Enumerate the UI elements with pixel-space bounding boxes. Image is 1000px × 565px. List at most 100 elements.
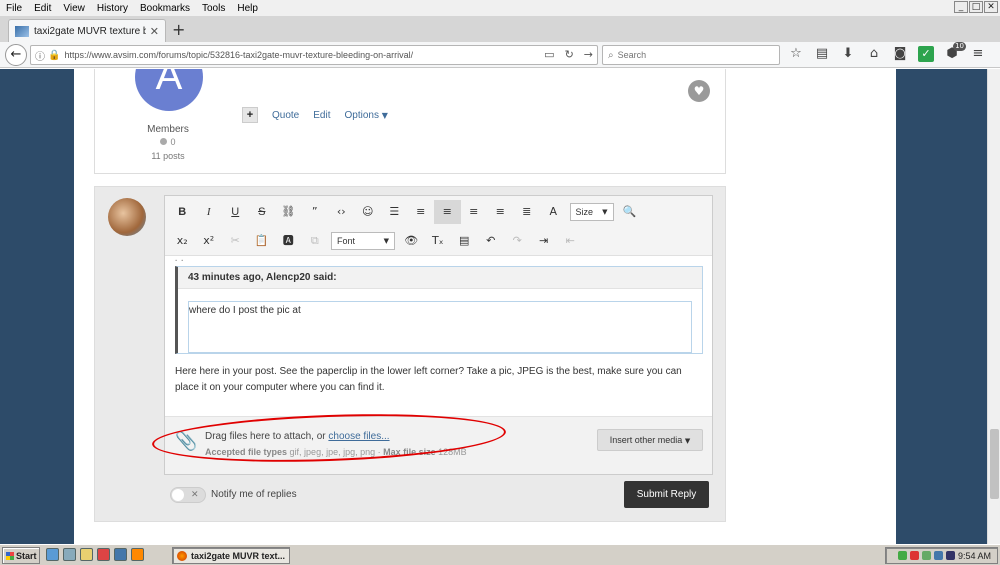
url-bar[interactable]: ⓘ 🔒 https://www.avsim.com/forums/topic/5… — [30, 45, 598, 65]
maximize-button[interactable]: □ — [969, 1, 983, 13]
justify-icon[interactable]: ≣ — [514, 200, 541, 224]
font-select[interactable]: Font ▼ — [331, 232, 395, 250]
quote-link[interactable]: Quote — [272, 110, 299, 121]
scrollbar-thumb[interactable] — [990, 429, 999, 499]
max-size-value: 128MB — [438, 447, 467, 457]
quote-body[interactable]: where do I post the pic at — [188, 301, 692, 353]
link-icon[interactable]: ⛓ — [275, 200, 302, 224]
tray-icon[interactable] — [945, 551, 955, 560]
italic-button[interactable]: I — [196, 200, 223, 224]
pocket-icon[interactable]: ◙ — [892, 46, 908, 62]
post-count: 11 posts — [151, 151, 185, 161]
forward-dropdown-icon[interactable]: → — [584, 48, 593, 61]
page-break-icon[interactable]: ▤ — [451, 229, 478, 253]
start-button[interactable]: Start — [2, 547, 40, 564]
windows-logo-icon — [6, 551, 14, 560]
align-right-icon[interactable]: ≡ — [487, 200, 514, 224]
reading-list-icon[interactable]: ▤ — [814, 46, 830, 62]
addon-badge-icon[interactable]: ⬢ 10 — [944, 42, 966, 62]
quicklaunch-icon[interactable] — [97, 548, 110, 561]
user-avatar[interactable] — [108, 198, 146, 236]
tray-icon[interactable] — [921, 551, 931, 560]
preview-icon[interactable]: 🔍 — [617, 200, 644, 224]
underline-button[interactable]: U — [222, 200, 249, 224]
eye-icon[interactable]: 👁 — [398, 229, 425, 253]
redo-icon[interactable]: ↷ — [504, 229, 531, 253]
menu-edit[interactable]: Edit — [28, 3, 57, 14]
back-button[interactable]: ← — [5, 44, 27, 66]
hamburger-menu-icon[interactable]: ≡ — [970, 46, 986, 62]
minimize-button[interactable]: _ — [954, 1, 968, 13]
accepted-file-info: Accepted file types gif, jpeg, jpe, jpg,… — [205, 447, 467, 457]
align-center-icon[interactable]: ≡ — [461, 200, 488, 224]
tab-active[interactable]: taxi2gate MUVR texture blee... ✕ — [8, 19, 166, 42]
check-extension-icon[interactable]: ✓ — [918, 46, 934, 62]
paste-text-icon[interactable]: 🅰 — [275, 229, 302, 253]
editor-toolbar: B I U S ⛓ ” ‹› ☺ ☰ ≡ ≡ ≡ ≡ ≣ A Size ▼ 🔍 … — [165, 196, 712, 256]
edit-link[interactable]: Edit — [313, 110, 330, 121]
reply-text[interactable]: Here here in your post. See the papercli… — [175, 364, 705, 396]
code-icon[interactable]: ‹› — [328, 200, 355, 224]
search-field[interactable]: ⌕ — [602, 45, 780, 65]
options-label: Options — [344, 109, 379, 121]
quicklaunch-icon[interactable] — [131, 548, 144, 561]
multiquote-plus-button[interactable]: + — [242, 107, 258, 123]
page-scrollbar[interactable] — [987, 69, 1000, 544]
tray-icon[interactable] — [933, 551, 943, 560]
info-icon[interactable]: ⓘ — [35, 48, 45, 63]
menu-file[interactable]: File — [0, 3, 28, 14]
quicklaunch-icon[interactable] — [114, 548, 127, 561]
superscript-icon[interactable]: x² — [196, 229, 223, 253]
menu-help[interactable]: Help — [231, 3, 264, 14]
ltr-direction-icon[interactable]: ⇥ — [531, 229, 558, 253]
quicklaunch-icon[interactable] — [46, 548, 59, 561]
size-select[interactable]: Size ▼ — [569, 203, 614, 221]
submit-reply-button[interactable]: Submit Reply — [624, 481, 709, 508]
avatar[interactable]: A — [135, 69, 203, 111]
tab-close-icon[interactable]: ✕ — [150, 25, 159, 38]
emoji-icon[interactable]: ☺ — [355, 200, 382, 224]
quicklaunch-icon[interactable] — [80, 548, 93, 561]
bulleted-list-icon[interactable]: ☰ — [381, 200, 408, 224]
strikethrough-button[interactable]: S — [249, 200, 276, 224]
close-window-button[interactable]: ✕ — [984, 1, 998, 13]
paste-word-icon[interactable]: ⧉ — [302, 229, 329, 253]
bold-button[interactable]: B — [169, 200, 196, 224]
reload-icon[interactable]: ↻ — [565, 48, 574, 61]
clear-format-icon[interactable]: Tₓ — [425, 229, 452, 253]
new-tab-button[interactable]: + — [172, 20, 185, 39]
quicklaunch-icon[interactable] — [63, 548, 76, 561]
tab-bar: taxi2gate MUVR texture blee... ✕ + — [0, 16, 1000, 42]
quote-header: 43 minutes ago, Alencp20 said: — [178, 267, 702, 289]
url-text[interactable]: https://www.avsim.com/forums/topic/53281… — [64, 50, 413, 60]
bookmark-star-icon[interactable]: ☆ — [788, 46, 804, 62]
undo-icon[interactable]: ↶ — [478, 229, 505, 253]
choose-files-link[interactable]: choose files... — [328, 431, 389, 442]
tray-icon[interactable] — [909, 551, 919, 560]
insert-other-media-button[interactable]: Insert other media ▼ — [597, 429, 703, 451]
menu-tools[interactable]: Tools — [196, 3, 231, 14]
search-input[interactable] — [617, 50, 758, 60]
subscript-icon[interactable]: x₂ — [169, 229, 196, 253]
quote-icon[interactable]: ” — [302, 200, 329, 224]
numbered-list-icon[interactable]: ≡ — [408, 200, 435, 224]
tray-icon[interactable] — [897, 551, 907, 560]
paste-icon[interactable]: 📋 — [249, 229, 276, 253]
heart-icon[interactable]: ♥ — [688, 80, 710, 102]
menu-history[interactable]: History — [91, 3, 134, 14]
menu-bookmarks[interactable]: Bookmarks — [134, 3, 196, 14]
editor-body[interactable]: ⸬ 43 minutes ago, Alencp20 said: where d… — [165, 256, 712, 416]
text-color-icon[interactable]: A — [540, 200, 567, 224]
attachment-area[interactable]: 📎 Drag files here to attach, or choose f… — [151, 408, 712, 474]
reader-view-icon[interactable]: ▭ — [544, 48, 554, 61]
options-menu[interactable]: Options ▼ — [344, 110, 387, 121]
cut-icon[interactable]: ✂ — [222, 229, 249, 253]
notify-toggle[interactable]: ✕ — [170, 487, 206, 503]
align-left-icon[interactable]: ≡ — [434, 200, 461, 224]
rtl-direction-icon[interactable]: ⇤ — [557, 229, 584, 253]
menu-view[interactable]: View — [57, 3, 91, 14]
content-column: A Members 0 11 posts + Quote Edit Option… — [74, 69, 896, 544]
home-icon[interactable]: ⌂ — [866, 46, 882, 62]
taskbar-firefox-window[interactable]: taxi2gate MUVR text... — [172, 547, 290, 564]
downloads-icon[interactable]: ⬇ — [840, 46, 856, 62]
